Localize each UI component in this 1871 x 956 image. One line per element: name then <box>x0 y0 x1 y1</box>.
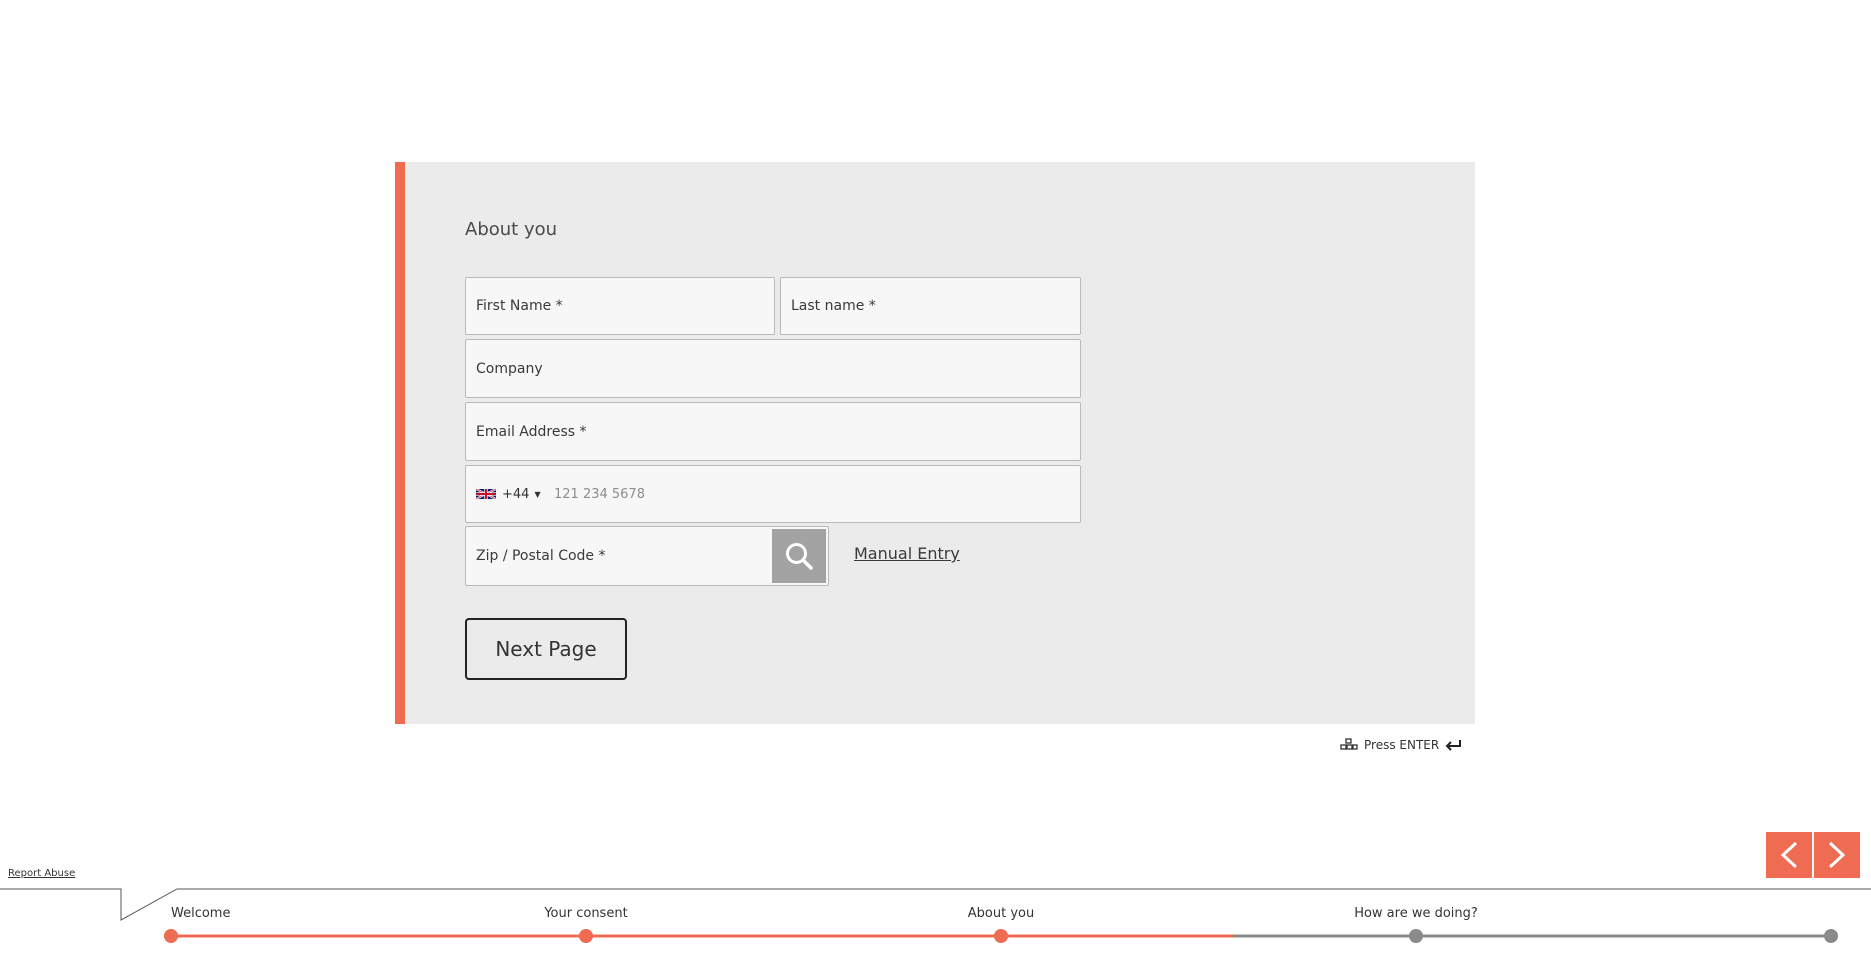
card-accent-bar <box>395 162 405 724</box>
email-field[interactable] <box>465 402 1081 461</box>
progress-frame <box>0 888 1871 938</box>
step-dot-welcome[interactable] <box>164 929 178 943</box>
report-abuse-link[interactable]: Report Abuse <box>8 868 75 879</box>
last-name-field[interactable] <box>780 277 1081 335</box>
zip-field[interactable] <box>465 526 829 586</box>
next-page-button[interactable]: Next Page <box>465 618 627 680</box>
next-button[interactable] <box>1814 832 1860 878</box>
search-icon <box>786 543 813 570</box>
country-code: +44 <box>502 486 530 502</box>
step-dot-how-are-we-doing[interactable] <box>1409 929 1423 943</box>
manual-entry-link[interactable]: Manual Entry <box>854 544 960 563</box>
step-dot-about-you[interactable] <box>994 929 1008 943</box>
chevron-left-icon <box>1780 841 1798 869</box>
last-name-input[interactable] <box>781 278 1080 334</box>
country-code-selector[interactable]: +44 ▼ <box>476 466 541 522</box>
caret-down-icon: ▼ <box>534 489 541 499</box>
keyboard-icon <box>1340 738 1358 750</box>
first-name-field[interactable] <box>465 277 775 335</box>
first-name-input[interactable] <box>466 278 774 334</box>
phone-field[interactable]: +44 ▼ <box>465 465 1081 523</box>
previous-button[interactable] <box>1766 832 1812 878</box>
postcode-search-button[interactable] <box>772 529 826 583</box>
progress-bar: Welcome Your consent About you How are w… <box>0 880 1871 956</box>
enter-return-icon <box>1445 740 1462 751</box>
step-dot-your-consent[interactable] <box>579 929 593 943</box>
step-label-about-you: About you <box>967 906 1035 921</box>
chevron-right-icon <box>1828 841 1846 869</box>
step-label-your-consent: Your consent <box>544 906 628 921</box>
step-label-welcome: Welcome <box>171 906 231 921</box>
zip-input[interactable] <box>466 527 766 585</box>
enter-hint: Press ENTER <box>1340 738 1463 752</box>
email-input[interactable] <box>466 403 1080 460</box>
step-label-how-are-we-doing: How are we doing? <box>1354 906 1478 921</box>
section-title: About you <box>465 219 558 240</box>
company-input[interactable] <box>466 340 1080 397</box>
company-field[interactable] <box>465 339 1081 398</box>
phone-input[interactable] <box>544 466 1080 522</box>
enter-hint-text: Press ENTER <box>1364 738 1440 752</box>
uk-flag-icon <box>476 488 496 500</box>
step-dot-end[interactable] <box>1824 929 1838 943</box>
form-card: About you +44 ▼ <box>395 162 1475 724</box>
